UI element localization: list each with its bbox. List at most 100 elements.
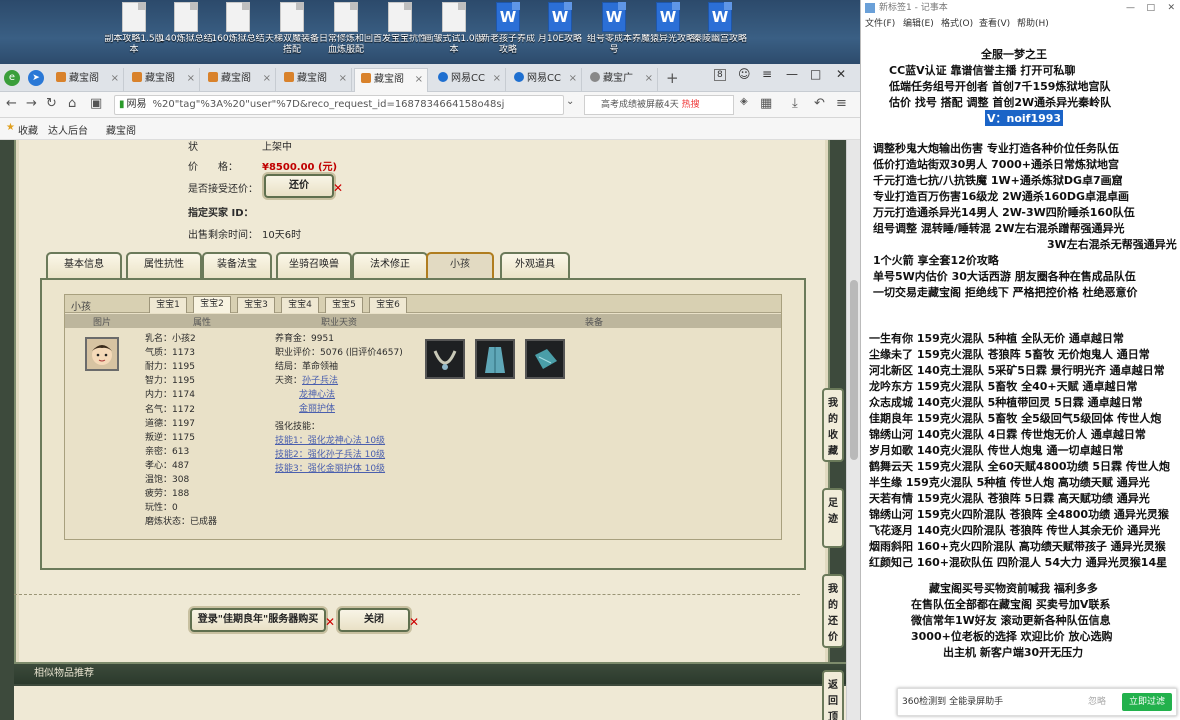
tab-attributes[interactable]: 属性抗性 xyxy=(126,252,202,278)
undo-icon[interactable]: ↶ xyxy=(814,96,825,111)
equip-charm-icon[interactable] xyxy=(525,339,565,379)
browser-tab[interactable]: 网易CC × xyxy=(432,68,506,92)
tab-appearance[interactable]: 外观道具 xyxy=(500,252,570,278)
tab-close-icon[interactable]: × xyxy=(569,68,577,90)
back-icon[interactable]: ← xyxy=(6,96,17,111)
forward-icon[interactable]: → xyxy=(26,96,37,111)
desktop-word-icon[interactable]: W 秦陵幽宫攻略 xyxy=(690,2,750,62)
reload-icon[interactable]: ↻ xyxy=(46,96,57,111)
tab-count-badge[interactable]: 8 xyxy=(714,69,726,81)
skill-link[interactable]: 技能2：强化孙子兵法 10级 xyxy=(275,450,385,460)
my-bargain-button[interactable]: 我的还价 xyxy=(822,574,844,648)
desktop-word-icon[interactable]: W 魔猿异光攻略 xyxy=(638,2,698,62)
notepad-line: 低价打造站街双30男人 7000+通杀日常炼狱地宫 xyxy=(873,158,1119,171)
browser-tab[interactable]: 藏宝阁 × xyxy=(126,68,200,92)
browser-logo-icon[interactable]: e xyxy=(4,70,20,86)
subtab-baby-2[interactable]: 宝宝2 xyxy=(193,296,231,313)
menu-edit[interactable]: 编辑(E) xyxy=(903,16,934,32)
skill-link[interactable]: 技能1：强化龙神心法 10级 xyxy=(275,436,385,446)
skill-link[interactable]: 技能3：强化金丽护体 10级 xyxy=(275,464,385,474)
browser-tab[interactable]: 藏宝阁 × xyxy=(50,68,124,92)
desktop-file-icon[interactable]: 首发宝宝抗性 xyxy=(370,2,430,62)
page-scrollbar[interactable] xyxy=(846,140,860,720)
equip-necklace-icon[interactable] xyxy=(425,339,465,379)
desktop-word-icon[interactable]: W 月10E攻略 xyxy=(530,2,590,62)
tab-close-icon[interactable]: × xyxy=(263,68,271,90)
bookmark-creator[interactable]: 达人后台 xyxy=(48,122,88,137)
tab-mounts[interactable]: 坐骑召唤兽 xyxy=(276,252,352,278)
browser-tab-active[interactable]: 藏宝阁 × xyxy=(354,68,428,92)
menu-help[interactable]: 帮助(H) xyxy=(1017,16,1049,32)
menu-view[interactable]: 查看(V) xyxy=(979,16,1010,32)
desktop-file-icon[interactable]: 日常修炼和回血炼服配 xyxy=(316,2,376,62)
browser-tab[interactable]: 藏宝阁 × xyxy=(278,68,352,92)
equip-robe-icon[interactable] xyxy=(475,339,515,379)
desktop-word-icon[interactable]: W 新老孩子养成攻略 xyxy=(478,2,538,62)
maximize-icon[interactable]: □ xyxy=(1146,0,1155,16)
new-tab-icon[interactable]: + xyxy=(666,69,679,87)
subtab-baby-3[interactable]: 宝宝3 xyxy=(237,297,275,313)
bargain-button[interactable]: 还价 ✕ xyxy=(264,174,343,198)
wallet-icon[interactable]: ▣ xyxy=(90,96,102,111)
desktop-word-icon[interactable]: W 组号零成本养号 xyxy=(584,2,644,62)
browser-tab[interactable]: 网易CC × xyxy=(508,68,582,92)
talent-link[interactable]: 金丽护体 xyxy=(299,404,335,414)
menu-more-icon[interactable]: ≡ xyxy=(836,96,847,111)
apps-grid-icon[interactable]: ▦ xyxy=(760,96,772,111)
tab-close-icon[interactable]: × xyxy=(111,68,119,90)
tab-basic-info[interactable]: 基本信息 xyxy=(46,252,122,278)
send-icon[interactable]: ➤ xyxy=(28,70,44,86)
tab-child[interactable]: 小孩 xyxy=(426,252,494,278)
subtab-baby-4[interactable]: 宝宝4 xyxy=(281,297,319,313)
minimize-icon[interactable]: — xyxy=(1126,0,1135,16)
subtab-baby-5[interactable]: 宝宝5 xyxy=(325,297,363,313)
menu-icon[interactable]: ≡ xyxy=(762,67,772,81)
scrollbar-thumb[interactable] xyxy=(850,280,858,460)
minimize-icon[interactable]: — xyxy=(786,67,798,81)
desktop-file-label: 新老孩子养成攻略 xyxy=(480,34,535,55)
url-input[interactable]: ▮ 网易 %20"tag"%3A%20"user"%7D&reco_request_… xyxy=(114,95,564,115)
tab-close-icon[interactable]: × xyxy=(415,69,423,91)
subtab-baby-6[interactable]: 宝宝6 xyxy=(369,297,407,313)
home-icon[interactable]: ⌂ xyxy=(68,96,76,111)
dropdown-icon[interactable]: ⌄ xyxy=(566,96,574,107)
bookmark-cbg[interactable]: 藏宝阁 xyxy=(106,122,136,137)
my-favorites-button[interactable]: 我的收藏 xyxy=(822,388,844,462)
talent-link[interactable]: 龙神心法 xyxy=(299,390,335,400)
browser-tab[interactable]: 藏宝广 × xyxy=(584,68,658,92)
login-buy-button[interactable]: 登录"佳期良年"服务器购买 ✕ xyxy=(190,608,335,632)
tab-spell-fix[interactable]: 法术修正 xyxy=(352,252,428,278)
close-button[interactable]: 关闭 ✕ xyxy=(338,608,419,632)
desktop-file-icon[interactable]: 天梯双魔装备搭配 xyxy=(262,2,322,62)
search-input[interactable]: 高考成绩被屏蔽4天 热搜 xyxy=(584,95,734,115)
menu-format[interactable]: 格式(O) xyxy=(941,16,973,32)
maximize-icon[interactable]: □ xyxy=(810,67,821,81)
tab-close-icon[interactable]: × xyxy=(187,68,195,90)
desktop-file-icon[interactable]: 160炼狱总结 xyxy=(208,2,268,62)
user-icon[interactable]: ☺ xyxy=(738,67,751,81)
close-window-icon[interactable]: ✕ xyxy=(1167,0,1175,16)
extension-icon[interactable]: ◈ xyxy=(740,96,748,107)
tab-close-icon[interactable]: × xyxy=(645,68,653,90)
tab-close-icon[interactable]: × xyxy=(339,68,347,90)
bookmark-favorites[interactable]: 收藏 xyxy=(18,122,38,137)
toast-dismiss[interactable]: 忽略 xyxy=(1088,689,1106,715)
desktop-file-icon[interactable]: 140炼狱总结 xyxy=(156,2,216,62)
close-window-icon[interactable]: ✕ xyxy=(836,67,846,81)
tab-equipment[interactable]: 装备法宝 xyxy=(202,252,272,278)
notepad-text-area[interactable]: 全服一梦之王 CC蓝V认证 靠谱信誉主播 打开可私聊 低端任务组号开创者 首创7千1… xyxy=(861,32,1180,684)
stat-value: 1197 xyxy=(172,418,195,429)
back-to-top-button[interactable]: 返回顶部 xyxy=(822,670,844,720)
subtab-baby-1[interactable]: 宝宝1 xyxy=(149,297,187,313)
menu-file[interactable]: 文件(F) xyxy=(865,16,895,32)
download-icon[interactable]: ⤓ xyxy=(792,96,798,111)
stat-row: 温饱：308 xyxy=(145,472,189,485)
footprint-button[interactable]: 足迹 xyxy=(822,488,844,548)
tab-close-icon[interactable]: × xyxy=(493,68,501,90)
toast-action-button[interactable]: 立即过滤 xyxy=(1122,693,1172,711)
browser-tab[interactable]: 藏宝阁 × xyxy=(202,68,276,92)
similar-items-title: 相似物品推荐 xyxy=(34,668,94,679)
desktop-file-icon[interactable]: 画皱式试1.0版本 xyxy=(424,2,484,62)
desktop-file-icon[interactable]: 副本攻略1.5版本 xyxy=(104,2,164,62)
talent-link[interactable]: 孙子兵法 xyxy=(302,376,338,386)
